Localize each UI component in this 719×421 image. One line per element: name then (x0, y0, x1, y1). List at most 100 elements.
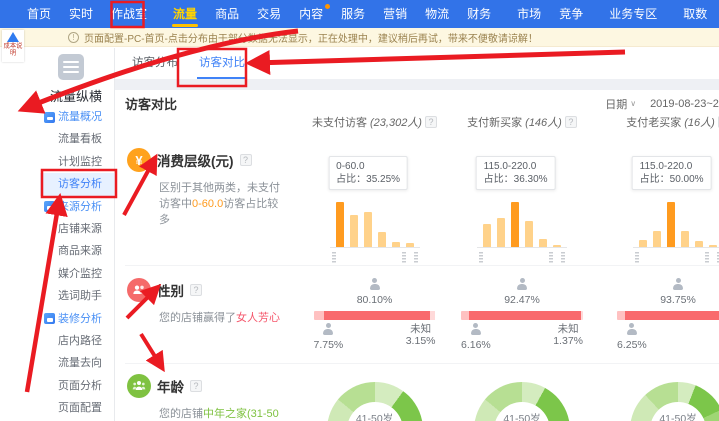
female-percentage: 93.75% (617, 294, 719, 307)
yen-icon: ¥ (127, 148, 151, 172)
consume-chart-old-buyers[interactable]: 115.0-220.0 占比：50.00% (598, 148, 719, 266)
sidebar-item-word-helper[interactable]: 选词助手 (40, 285, 115, 307)
sidebar-item-visitor-analysis[interactable]: 访客分析 (40, 173, 115, 195)
gender-description: 您的店铺赢得了女人芳心 (159, 310, 289, 326)
column-header-row: 未支付访客(23,302人) ? 支付新买家(146人) ? 支付老买家(16人… (125, 114, 719, 130)
x-axis-tick-labels (633, 252, 719, 264)
tab-visitor-compare[interactable]: 访客对比 (195, 48, 249, 79)
sidebar-item-instore-path[interactable]: 店内路径 (40, 330, 115, 352)
female-icon (672, 278, 685, 291)
page-title: 访客对比 (125, 94, 177, 113)
gender-chart-new-buyers[interactable]: 92.47% 6.16% 未知1.37% (461, 278, 583, 351)
nav-item-realtime[interactable]: 实时 (60, 0, 102, 28)
info-icon: ! (68, 32, 79, 43)
nav-item-market[interactable]: 市场 (508, 0, 550, 28)
help-icon[interactable]: ? (565, 116, 577, 128)
age-donut-unpaid[interactable]: 41-50岁 36.72% (314, 374, 436, 421)
gender-chart-old-buyers[interactable]: 93.75% 6.25% (617, 278, 719, 351)
male-stat: 7.75% (314, 323, 344, 351)
male-icon (625, 323, 638, 336)
sidebar-item-traffic-destination[interactable]: 流量去向 (40, 352, 115, 374)
age-donut-new-buyers[interactable]: 41-50岁 37.67% (461, 374, 583, 421)
gender-bar (461, 311, 583, 320)
gender-title: 性别 (157, 280, 184, 300)
female-icon (368, 278, 381, 291)
unknown-stat: 未知3.15% (406, 323, 436, 351)
nav-item-warroom[interactable]: 作战室 (102, 0, 156, 28)
column-header-old-buyers: 支付老买家(16人) ? (598, 114, 719, 130)
divider-band (115, 79, 719, 90)
consume-description: 区别于其他两类，未支付访客中0-60.0访客占比较多 (159, 180, 289, 228)
nav-item-content[interactable]: 内容 (290, 0, 332, 28)
sidebar-item-page-analysis[interactable]: 页面分析 (40, 375, 115, 397)
gender-icon (127, 278, 151, 302)
unknown-stat: 未知1.37% (553, 323, 583, 351)
help-icon[interactable]: ? (240, 154, 252, 166)
nav-item-finance[interactable]: 财务 (458, 0, 500, 28)
male-icon (322, 323, 335, 336)
bar-group (330, 202, 420, 248)
nav-item-product[interactable]: 商品 (206, 0, 248, 28)
x-axis-tick-labels (330, 252, 420, 264)
gender-bar (314, 311, 436, 320)
consume-title: 消费层级(元) (157, 150, 234, 170)
x-axis-tick-labels (477, 252, 567, 264)
nav-item-logistics[interactable]: 物流 (416, 0, 458, 28)
tab-bar: 访客分布 访客对比 (115, 48, 719, 79)
notice-text: 页面配置-PC-首页-点击分布由于部分数据无法显示，正在处理中，建议稍后再试，带… (84, 30, 538, 45)
date-range-value: 2019-08-23~20 (650, 98, 719, 110)
consume-chart-new-buyers[interactable]: 115.0-220.0 占比：36.30% (446, 148, 598, 266)
nav-item-service[interactable]: 服务 (332, 0, 374, 28)
sidebar-item-shop-source[interactable]: 店铺来源 (40, 218, 115, 240)
chevron-down-icon: ∨ (630, 99, 636, 108)
age-icon (127, 374, 151, 398)
sidebar-title: 流量纵横 (50, 86, 102, 105)
source-icon (44, 201, 55, 212)
female-icon (516, 278, 529, 291)
age-donut-old-buyers[interactable]: 41-50岁 60.75% (617, 374, 719, 421)
nav-item-competition[interactable]: 竞争 (550, 0, 592, 28)
top-nav: 首页 实时 作战室 流量 商品 交易 内容 服务 营销 物流 财务 市场 竞争 … (0, 0, 719, 28)
column-header-new-buyers: 支付新买家(146人) ? (446, 114, 598, 130)
overview-icon (44, 112, 55, 123)
column-header-unpaid: 未支付访客(23,302人) ? (303, 114, 446, 130)
rocket-icon (7, 32, 19, 42)
app-window: 首页 实时 作战室 流量 商品 交易 内容 服务 营销 物流 财务 市场 竞争 … (0, 0, 719, 421)
nav-item-home[interactable]: 首页 (18, 0, 60, 28)
chart-tooltip: 115.0-220.0 占比：36.30% (476, 156, 556, 190)
sidebar-item-source-analysis[interactable]: 来源分析 (40, 196, 115, 218)
consume-chart-unpaid[interactable]: 0-60.0 占比：35.25% (303, 148, 446, 266)
nav-item-data-fetch[interactable]: 取数 (674, 0, 716, 28)
sidebar-item-traffic-board[interactable]: 流量看板 (40, 128, 115, 150)
nav-item-trade[interactable]: 交易 (248, 0, 290, 28)
sidebar-item-page-config[interactable]: 页面配置 (40, 397, 115, 419)
sidebar-item-media-monitor[interactable]: 媒介监控 (40, 263, 115, 285)
nav-item-traffic[interactable]: 流量 (164, 0, 206, 28)
decoration-icon (44, 313, 55, 324)
main-panel: 访客对比 日期 ∨ 2019-08-23~20 未支付访客(23,302人) ?… (115, 90, 719, 421)
sidebar: 流量纵横 流量概况 流量看板 计划监控 访客分析 来源分析 店铺来源 商品来源 … (40, 48, 115, 421)
gender-chart-unpaid[interactable]: 80.10% 7.75% 未知3.15% (314, 278, 436, 351)
nav-item-marketing[interactable]: 营销 (374, 0, 416, 28)
help-icon[interactable]: ? (425, 116, 437, 128)
help-icon[interactable]: ? (190, 380, 202, 392)
tab-visitor-distribution[interactable]: 访客分布 (128, 48, 182, 79)
female-percentage: 80.10% (314, 294, 436, 307)
date-picker[interactable]: 日期 ∨ 2019-08-23~20 (605, 96, 719, 112)
floating-badge[interactable]: 成本说明 (2, 30, 24, 62)
sidebar-item-product-source[interactable]: 商品来源 (40, 240, 115, 262)
notification-dot (325, 4, 330, 9)
sidebar-item-plan-monitor[interactable]: 计划监控 (40, 151, 115, 173)
help-icon[interactable]: ? (190, 284, 202, 296)
male-icon (469, 323, 482, 336)
nav-item-business-zone[interactable]: 业务专区 (600, 0, 666, 28)
bar-group (633, 202, 719, 248)
section-age: 年龄 ? 您的店铺中年之家(31-50岁) 41-50岁 36.72% (125, 364, 719, 421)
male-stat: 6.25% (617, 323, 647, 351)
section-gender: 性别 ? 您的店铺赢得了女人芳心 80.10% 7.75% 未知3. (125, 266, 719, 364)
sidebar-item-traffic-overview[interactable]: 流量概况 (40, 106, 115, 128)
family-glyph (131, 378, 147, 394)
sidebar-item-decoration-analysis[interactable]: 装修分析 (40, 308, 115, 330)
menu-icon[interactable] (58, 54, 84, 80)
female-percentage: 92.47% (461, 294, 583, 307)
